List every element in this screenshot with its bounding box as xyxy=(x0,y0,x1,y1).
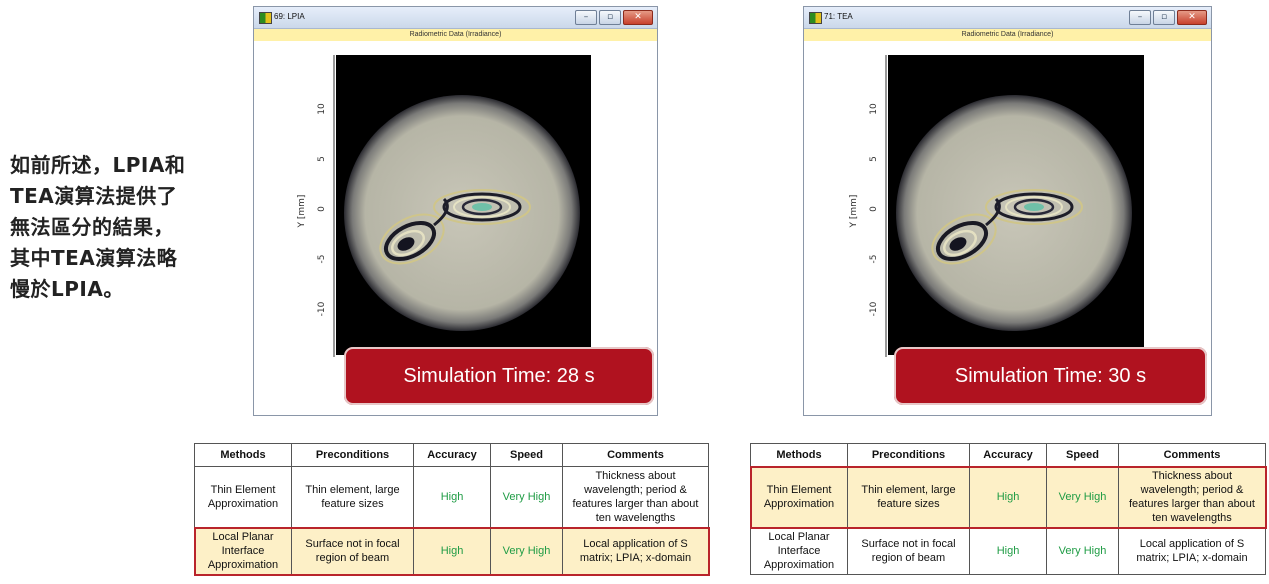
cell-accuracy: High xyxy=(413,466,491,528)
cell-speed: Very High xyxy=(1046,527,1119,575)
cell-method: Local Planar Interface Approximation xyxy=(194,527,292,575)
minimize-button[interactable]: – xyxy=(575,10,597,25)
cell-preconditions: Thin element, large feature sizes xyxy=(291,466,414,528)
cell-accuracy: High xyxy=(969,527,1047,575)
window-title: 71: TEA xyxy=(824,12,853,21)
table-header-row: Methods Preconditions Accuracy Speed Com… xyxy=(750,443,1266,467)
comparison-table-lpia: Methods Preconditions Accuracy Speed Com… xyxy=(193,443,710,576)
table-row-highlighted: Local Planar Interface Approximation Sur… xyxy=(193,526,710,576)
header-speed: Speed xyxy=(1046,443,1119,467)
cell-comments: Local application of S matrix; LPIA; x-d… xyxy=(562,527,709,575)
lpia-window[interactable]: 69: LPIA – ▫ ✕ Radiometric Data (Irradia… xyxy=(253,6,658,416)
app-icon xyxy=(259,12,272,24)
cell-accuracy: High xyxy=(969,466,1047,528)
simulation-time-box: Simulation Time: 28 s xyxy=(344,347,654,405)
close-button[interactable]: ✕ xyxy=(623,10,653,25)
header-methods: Methods xyxy=(750,443,848,467)
y-tick-label: -10 xyxy=(869,301,879,316)
header-comments: Comments xyxy=(562,443,709,467)
header-accuracy: Accuracy xyxy=(413,443,491,467)
description-text: 如前所述，LPIA和 TEA演算法提供了 無法區分的結果， 其中TEA演算法略 … xyxy=(10,153,186,301)
tea-window[interactable]: 71: TEA – ▫ ✕ Radiometric Data (Irradian… xyxy=(803,6,1212,416)
window-titlebar[interactable]: 71: TEA – ▫ ✕ xyxy=(804,7,1211,29)
table-row: Thin Element Approximation Thin element,… xyxy=(194,466,709,528)
header-methods: Methods xyxy=(194,443,292,467)
cell-speed: Very High xyxy=(490,527,563,575)
header-speed: Speed xyxy=(490,443,563,467)
header-accuracy: Accuracy xyxy=(969,443,1047,467)
y-tick-label: -5 xyxy=(869,255,879,264)
header-preconditions: Preconditions xyxy=(291,443,414,467)
close-button[interactable]: ✕ xyxy=(1177,10,1207,25)
table-row-highlighted: Thin Element Approximation Thin element,… xyxy=(749,465,1267,529)
y-axis-label: Y [mm] xyxy=(297,195,307,229)
y-axis-label: Y [mm] xyxy=(849,195,859,229)
cell-preconditions: Surface not in focal region of beam xyxy=(847,527,970,575)
cell-method: Local Planar Interface Approximation xyxy=(750,527,848,575)
y-tick-label: -10 xyxy=(317,301,327,316)
y-tick-label: 0 xyxy=(869,206,879,212)
cell-method: Thin Element Approximation xyxy=(750,466,848,528)
cell-preconditions: Surface not in focal region of beam xyxy=(291,527,414,575)
cell-accuracy: High xyxy=(413,527,491,575)
header-preconditions: Preconditions xyxy=(847,443,970,467)
table-row: Local Planar Interface Approximation Sur… xyxy=(750,527,1266,575)
app-icon xyxy=(809,12,822,24)
y-tick-label: -5 xyxy=(317,255,327,264)
header-comments: Comments xyxy=(1118,443,1266,467)
restore-button[interactable]: ▫ xyxy=(599,10,621,25)
cell-comments: Thickness about wavelength; period & fea… xyxy=(1118,466,1266,528)
minimize-button[interactable]: – xyxy=(1129,10,1151,25)
y-tick-label: 10 xyxy=(317,103,327,115)
y-tick-label: 5 xyxy=(869,156,879,162)
cell-comments: Thickness about wavelength; period & fea… xyxy=(562,466,709,528)
cell-comments: Local application of S matrix; LPIA; x-d… xyxy=(1118,527,1266,575)
cell-speed: Very High xyxy=(1046,466,1119,528)
comparison-table-tea: Methods Preconditions Accuracy Speed Com… xyxy=(749,443,1267,575)
y-tick-label: 0 xyxy=(317,206,327,212)
cell-speed: Very High xyxy=(490,466,563,528)
window-title: 69: LPIA xyxy=(274,12,305,21)
table-header-row: Methods Preconditions Accuracy Speed Com… xyxy=(194,443,709,467)
restore-button[interactable]: ▫ xyxy=(1153,10,1175,25)
y-tick-label: 10 xyxy=(869,103,879,115)
cell-method: Thin Element Approximation xyxy=(194,466,292,528)
y-tick-label: 5 xyxy=(317,156,327,162)
window-titlebar[interactable]: 69: LPIA – ▫ ✕ xyxy=(254,7,657,29)
simulation-time-box: Simulation Time: 30 s xyxy=(894,347,1207,405)
cell-preconditions: Thin element, large feature sizes xyxy=(847,466,970,528)
